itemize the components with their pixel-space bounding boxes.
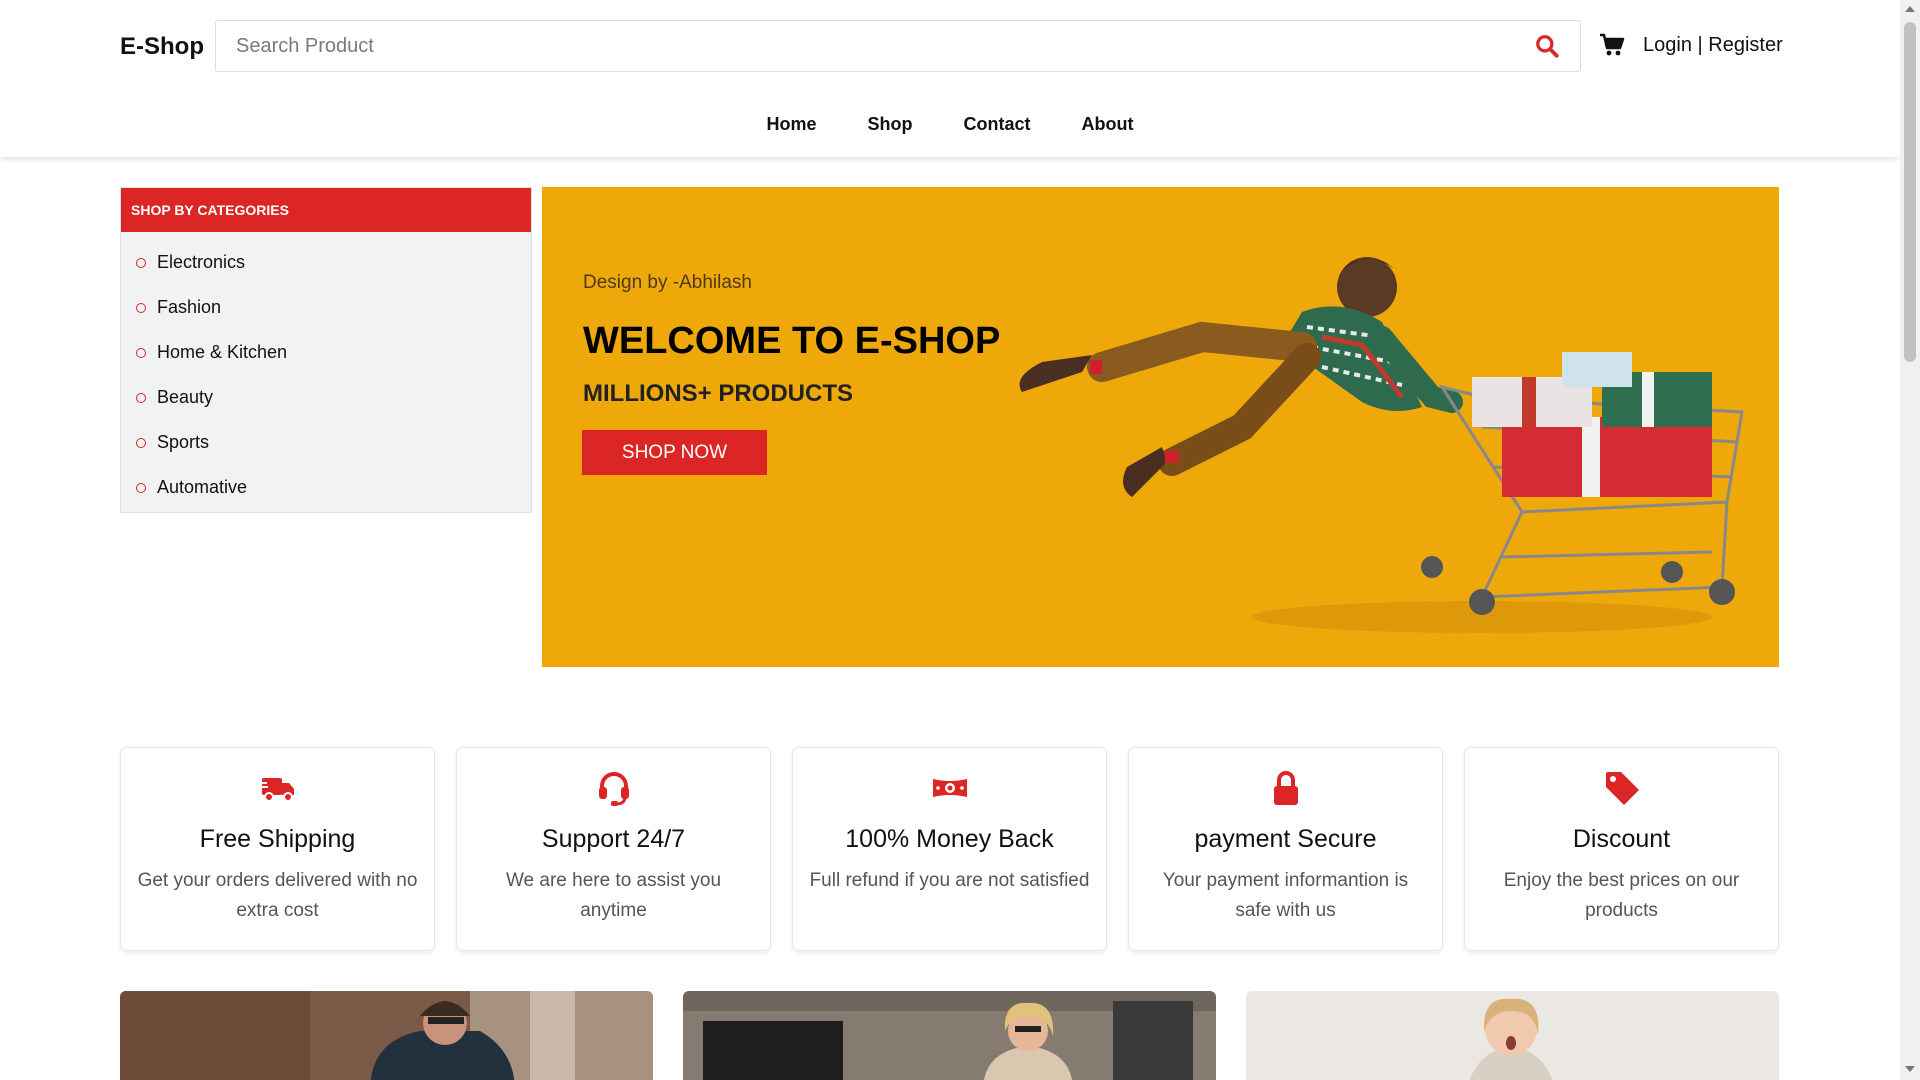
bullet-icon	[136, 302, 146, 313]
promo-row	[120, 991, 1779, 1080]
register-link[interactable]: Register	[1708, 34, 1782, 56]
bullet-icon	[136, 437, 146, 448]
main-nav: Home Shop Contact About	[0, 114, 1900, 135]
feature-desc: Get your orders delivered with no extra …	[137, 870, 418, 921]
shop-now-button[interactable]: SHOP NOW	[582, 430, 767, 475]
category-home-kitchen[interactable]: Home & Kitchen	[136, 330, 531, 375]
site-header: E-Shop Login | Register Home Shop Contac…	[0, 0, 1900, 157]
bullet-icon	[136, 392, 146, 403]
category-label: Automative	[157, 477, 248, 497]
cart-icon[interactable]	[1599, 33, 1625, 57]
bullet-icon	[136, 482, 146, 493]
category-heading: SHOP BY CATEGORIES	[121, 188, 531, 232]
scroll-down-icon[interactable]	[1905, 1066, 1915, 1072]
category-sidebar: SHOP BY CATEGORIES Electronics Fashion H…	[120, 187, 532, 513]
nav-home[interactable]: Home	[766, 114, 816, 135]
promo-image	[1246, 991, 1779, 1080]
feature-card: Support 24/7 We are here to assist you a…	[456, 747, 771, 951]
category-label: Sports	[157, 432, 210, 452]
bullet-icon	[136, 257, 146, 268]
search-icon[interactable]	[1534, 33, 1560, 59]
hero-title: WELCOME TO E-SHOP	[583, 320, 1001, 362]
category-label: Electronics	[157, 252, 246, 272]
feature-desc: Enjoy the best prices on our products	[1503, 870, 1740, 921]
feature-title: Discount	[1572, 825, 1671, 853]
search-input[interactable]	[236, 21, 1496, 71]
hero-subtitle: MILLIONS+ PRODUCTS	[583, 380, 854, 407]
category-sports[interactable]: Sports	[136, 420, 531, 465]
feature-title: Support 24/7	[541, 825, 686, 853]
category-beauty[interactable]: Beauty	[136, 375, 531, 420]
category-label: Home & Kitchen	[157, 342, 288, 362]
headset-icon	[598, 772, 629, 806]
truck-icon	[258, 778, 294, 802]
nav-shop[interactable]: Shop	[868, 114, 913, 135]
category-label: Fashion	[157, 297, 222, 317]
search-bar	[215, 20, 1581, 72]
hero-banner: Design by -Abhilash WELCOME TO E-SHOP MI…	[542, 187, 1779, 667]
promo-image	[120, 991, 653, 1080]
feature-title: 100% Money Back	[845, 825, 1054, 853]
bullet-icon	[136, 347, 146, 358]
money-icon	[932, 779, 967, 797]
feature-card: 100% Money Back Full refund if you are n…	[792, 747, 1107, 951]
page-scrollbar[interactable]	[1900, 0, 1920, 1080]
feature-desc: Your payment informantion is safe with u…	[1162, 870, 1409, 921]
feature-card: Free Shipping Get your orders delivered …	[120, 747, 435, 951]
nav-contact[interactable]: Contact	[964, 114, 1031, 135]
auth-separator: |	[1691, 34, 1709, 56]
promo-card-women[interactable]	[683, 991, 1216, 1080]
scrollbar-thumb[interactable]	[1904, 22, 1916, 362]
login-link[interactable]: Login	[1643, 34, 1692, 56]
promo-image	[683, 991, 1216, 1080]
category-electronics[interactable]: Electronics	[136, 240, 531, 285]
feature-desc: Full refund if you are not satisfied	[809, 870, 1090, 891]
lock-icon	[1273, 771, 1298, 805]
feature-row: Free Shipping Get your orders delivered …	[120, 747, 1779, 951]
tag-icon	[1605, 772, 1639, 805]
feature-title: Free Shipping	[199, 825, 356, 853]
feature-desc: We are here to assist you anytime	[505, 870, 722, 921]
hero-image	[1019, 257, 1744, 633]
category-label: Beauty	[157, 387, 214, 407]
scroll-up-icon[interactable]	[1905, 6, 1915, 12]
feature-card: payment Secure Your payment informantion…	[1128, 747, 1443, 951]
feature-title: payment Secure	[1194, 825, 1377, 853]
promo-card-men[interactable]	[120, 991, 653, 1080]
category-fashion[interactable]: Fashion	[136, 285, 531, 330]
promo-card-kids[interactable]	[1246, 991, 1779, 1080]
logo[interactable]: E-Shop	[120, 33, 204, 61]
hero-credit: Design by -Abhilash	[583, 272, 752, 293]
feature-card: Discount Enjoy the best prices on our pr…	[1464, 747, 1779, 951]
category-automative[interactable]: Automative	[136, 465, 531, 510]
auth-links: Login | Register	[1643, 34, 1783, 57]
nav-about[interactable]: About	[1082, 114, 1134, 135]
category-list: Electronics Fashion Home & Kitchen Beaut…	[121, 232, 531, 510]
